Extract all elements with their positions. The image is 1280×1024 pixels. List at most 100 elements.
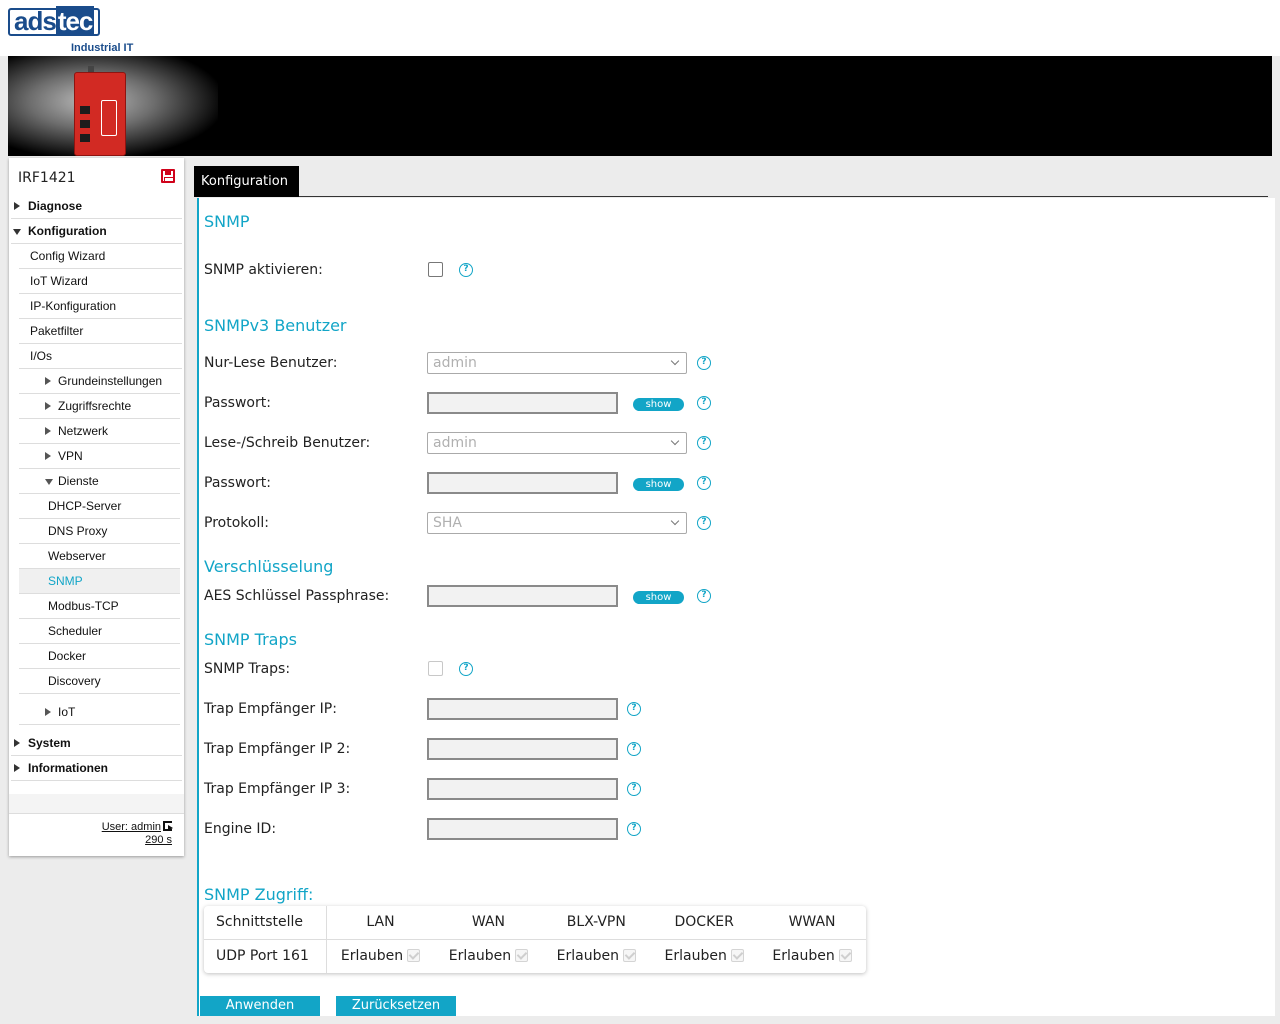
trap-ip1-input[interactable] bbox=[427, 698, 618, 720]
trap-ip2-label: Trap Empfänger IP 2: bbox=[204, 741, 351, 757]
allow-checkbox[interactable] bbox=[838, 949, 852, 963]
device-name: IRF1421 bbox=[18, 170, 76, 186]
help-icon[interactable]: ? bbox=[627, 702, 641, 716]
logo-subtitle: Industrial IT bbox=[71, 42, 134, 54]
rw-password-input[interactable] bbox=[427, 472, 618, 494]
sidebar-item[interactable]: Discovery bbox=[19, 669, 180, 694]
trap-ip2-input[interactable] bbox=[427, 738, 618, 760]
user-info: User: admin 290 s bbox=[102, 821, 173, 847]
sidebar-item[interactable]: Config Wizard bbox=[19, 244, 182, 269]
logout-icon[interactable] bbox=[163, 821, 173, 831]
trap-ip1-label: Trap Empfänger IP: bbox=[204, 701, 337, 717]
sidebar-item-label: Netzwerk bbox=[58, 424, 109, 438]
help-icon[interactable]: ? bbox=[627, 822, 641, 836]
router-device-image bbox=[74, 66, 126, 156]
reset-button[interactable]: Zurücksetzen bbox=[336, 996, 456, 1016]
logo-brand-left: ads bbox=[14, 6, 57, 36]
sidebar-item[interactable]: Paketfilter bbox=[19, 319, 182, 344]
ro-password-label: Passwort: bbox=[204, 395, 271, 411]
sidebar-item-label: Webserver bbox=[48, 549, 106, 563]
rw-user-select[interactable]: admin bbox=[427, 432, 687, 454]
sidebar-item[interactable]: Webserver bbox=[19, 544, 180, 569]
help-icon[interactable]: ? bbox=[697, 436, 711, 450]
sidebar-item[interactable]: VPN bbox=[19, 444, 180, 469]
sidebar-item[interactable]: I/Os bbox=[19, 344, 182, 369]
sidebar-item[interactable]: Modbus-TCP bbox=[19, 594, 180, 619]
sidebar-item[interactable]: Konfiguration bbox=[11, 219, 182, 244]
access-row-label: UDP Port 161 bbox=[204, 939, 327, 973]
help-icon[interactable]: ? bbox=[459, 662, 473, 676]
aes-passphrase-input[interactable] bbox=[427, 585, 618, 607]
user-link[interactable]: User: admin bbox=[102, 821, 161, 833]
caret-down-icon bbox=[45, 479, 53, 485]
sidebar-item-label: DNS Proxy bbox=[48, 524, 108, 538]
sidebar-item[interactable]: Diagnose bbox=[11, 194, 182, 219]
sidebar-item[interactable]: Zugriffsrechte bbox=[19, 394, 180, 419]
sidebar-item-label: Config Wizard bbox=[30, 249, 106, 263]
sidebar-item[interactable]: Informationen bbox=[11, 756, 182, 781]
sidebar-item[interactable]: Netzwerk bbox=[19, 419, 180, 444]
help-icon[interactable]: ? bbox=[459, 263, 473, 277]
sidebar-item-label: Dienste bbox=[58, 474, 99, 488]
sidebar-item[interactable]: IoT Wizard bbox=[19, 269, 182, 294]
protocol-label: Protokoll: bbox=[204, 515, 269, 531]
engine-id-input[interactable] bbox=[427, 818, 618, 840]
sidebar-item-label: Paketfilter bbox=[30, 324, 84, 338]
adstec-logo: adstec Industrial IT bbox=[8, 6, 133, 54]
aes-passphrase-label: AES Schlüssel Passphrase: bbox=[204, 588, 390, 604]
engine-id-label: Engine ID: bbox=[204, 821, 277, 837]
sidebar-item[interactable]: SNMP bbox=[19, 569, 180, 594]
session-timer: 290 s bbox=[145, 834, 172, 846]
sidebar-item[interactable]: IoT bbox=[19, 700, 180, 725]
allow-checkbox[interactable] bbox=[730, 949, 744, 963]
allow-label: Erlauben bbox=[340, 948, 404, 965]
sidebar-item-label: IoT bbox=[58, 705, 76, 719]
aes-passphrase-show-button[interactable]: show bbox=[633, 591, 684, 604]
trap-ip3-input[interactable] bbox=[427, 778, 618, 800]
sidebar-item-label: Zugriffsrechte bbox=[58, 399, 132, 413]
sidebar-item-label: Modbus-TCP bbox=[48, 599, 119, 613]
sidebar-item-label: IP-Konfiguration bbox=[30, 299, 117, 313]
tab-konfiguration[interactable]: Konfiguration bbox=[194, 166, 299, 197]
sidebar-item-label: System bbox=[28, 736, 71, 750]
ro-password-input[interactable] bbox=[427, 392, 618, 414]
help-icon[interactable]: ? bbox=[697, 396, 711, 410]
sidebar-item[interactable]: IP-Konfiguration bbox=[19, 294, 182, 319]
apply-button[interactable]: Anwenden bbox=[200, 996, 320, 1016]
allow-label: Erlauben bbox=[664, 948, 727, 965]
snmp-traps-checkbox[interactable] bbox=[428, 661, 443, 676]
rw-password-show-button[interactable]: show bbox=[633, 478, 684, 491]
help-icon[interactable]: ? bbox=[627, 782, 641, 796]
sidebar-item[interactable]: System bbox=[11, 731, 182, 756]
allow-checkbox[interactable] bbox=[622, 949, 636, 963]
help-icon[interactable]: ? bbox=[697, 476, 711, 490]
protocol-select[interactable]: SHA bbox=[427, 512, 687, 534]
help-icon[interactable]: ? bbox=[697, 516, 711, 530]
caret-right-icon bbox=[14, 764, 20, 772]
section-title-snmpv3: SNMPv3 Benutzer bbox=[204, 316, 347, 335]
caret-down-icon bbox=[13, 229, 21, 235]
save-icon[interactable] bbox=[161, 169, 175, 183]
sidebar-item[interactable]: Grundeinstellungen bbox=[19, 369, 180, 394]
rw-password-label: Passwort: bbox=[204, 475, 271, 491]
allow-checkbox[interactable] bbox=[515, 949, 529, 963]
sidebar-item[interactable]: Dienste bbox=[19, 469, 180, 494]
tab-bar: Konfiguration bbox=[194, 166, 1268, 197]
sidebar-item[interactable]: DHCP-Server bbox=[19, 494, 180, 519]
help-icon[interactable]: ? bbox=[697, 589, 711, 603]
header: adstec Industrial IT bbox=[0, 0, 1280, 56]
snmp-enable-checkbox[interactable] bbox=[428, 262, 443, 277]
access-cell: Erlauben bbox=[326, 939, 435, 973]
sidebar-item[interactable]: Scheduler bbox=[19, 619, 180, 644]
section-title-snmp: SNMP bbox=[204, 212, 250, 231]
help-icon[interactable]: ? bbox=[697, 356, 711, 370]
sidebar-item-label: SNMP bbox=[48, 574, 83, 588]
allow-checkbox[interactable] bbox=[407, 949, 421, 963]
ro-password-show-button[interactable]: show bbox=[633, 398, 684, 411]
help-icon[interactable]: ? bbox=[627, 742, 641, 756]
sidebar-item-label: IoT Wizard bbox=[30, 274, 88, 288]
sidebar-item[interactable]: DNS Proxy bbox=[19, 519, 180, 544]
sidebar-item[interactable]: Docker bbox=[19, 644, 180, 669]
allow-label: Erlauben bbox=[772, 948, 835, 965]
ro-user-select[interactable]: admin bbox=[427, 352, 687, 374]
